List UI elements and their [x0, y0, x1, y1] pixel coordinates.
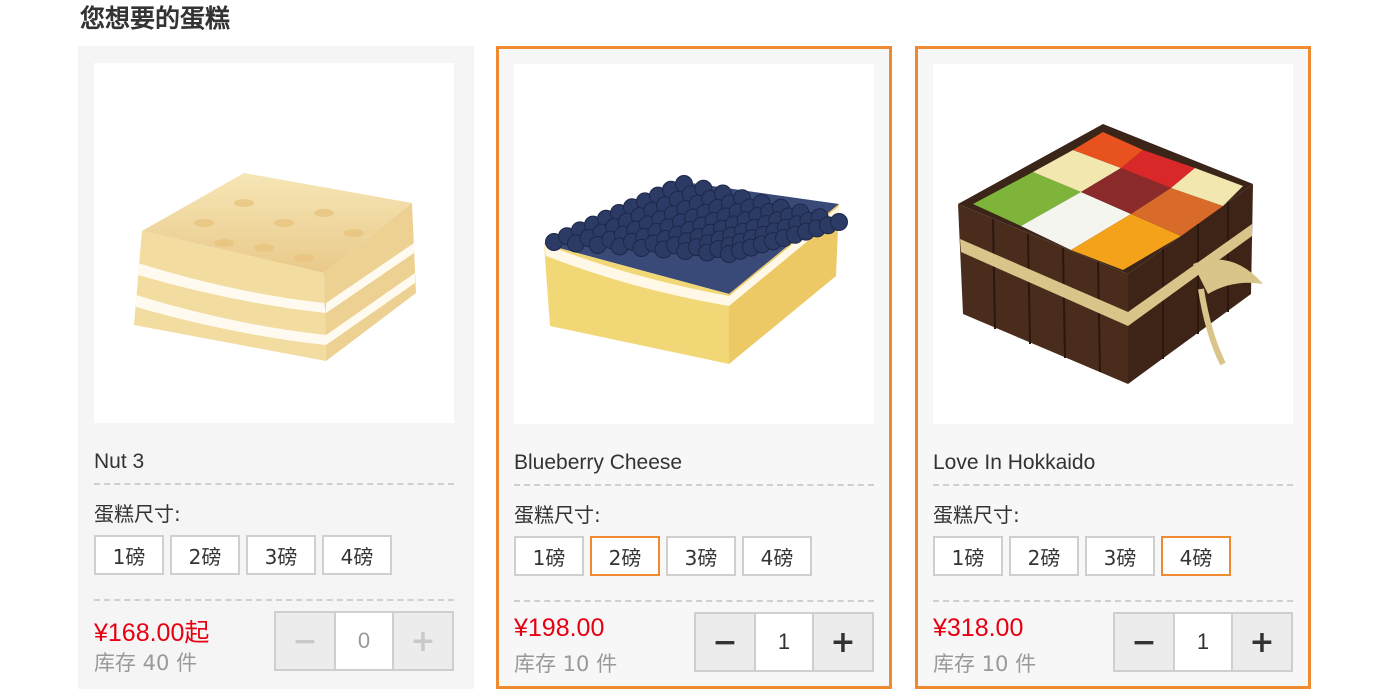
- size-label: 蛋糕尺寸:: [933, 503, 1020, 527]
- fruit-box-cake-image: [958, 124, 1263, 384]
- divider: [514, 600, 874, 602]
- size-option-3lb[interactable]: 3磅: [1085, 536, 1155, 576]
- product-price: ¥168.00起: [94, 619, 210, 647]
- product-price: ¥318.00: [933, 614, 1024, 642]
- decrease-button[interactable]: −: [1115, 614, 1175, 670]
- quantity-input[interactable]: 1: [756, 614, 812, 670]
- size-option-3lb[interactable]: 3磅: [246, 535, 316, 575]
- size-options: 1磅 2磅 3磅 4磅: [514, 536, 874, 580]
- size-option-2lb[interactable]: 2磅: [1009, 536, 1079, 576]
- product-stock: 库存 10 件: [514, 652, 618, 676]
- divider: [94, 599, 454, 601]
- size-option-1lb[interactable]: 1磅: [94, 535, 164, 575]
- product-price: ¥198.00: [514, 614, 605, 642]
- product-image[interactable]: [514, 64, 874, 424]
- section-title: 您想要的蛋糕: [80, 4, 231, 33]
- size-option-4lb[interactable]: 4磅: [742, 536, 812, 576]
- quantity-input[interactable]: 1: [1175, 614, 1231, 670]
- product-card-blueberry-cheese[interactable]: Blueberry Cheese 蛋糕尺寸: 1磅 2磅 3磅 4磅 ¥198.00 …: [496, 46, 892, 689]
- increase-button[interactable]: +: [1231, 614, 1291, 670]
- product-name[interactable]: Nut 3: [94, 447, 454, 485]
- quantity-stepper: − 0 +: [274, 611, 454, 671]
- product-name[interactable]: Blueberry Cheese: [514, 448, 874, 486]
- size-label: 蛋糕尺寸:: [94, 502, 181, 526]
- size-option-2lb[interactable]: 2磅: [590, 536, 660, 576]
- quantity-stepper: − 1 +: [694, 612, 874, 672]
- decrease-button[interactable]: −: [276, 613, 336, 669]
- product-card-love-in-hokkaido[interactable]: Love In Hokkaido 蛋糕尺寸: 1磅 2磅 3磅 4磅 ¥318.00 …: [915, 46, 1311, 689]
- product-stock: 库存 10 件: [933, 652, 1037, 676]
- quantity-input[interactable]: 0: [336, 613, 392, 669]
- product-image[interactable]: [933, 64, 1293, 424]
- decrease-button[interactable]: −: [696, 614, 756, 670]
- increase-button[interactable]: +: [812, 614, 872, 670]
- quantity-stepper: − 1 +: [1113, 612, 1293, 672]
- size-option-2lb[interactable]: 2磅: [170, 535, 240, 575]
- divider: [933, 600, 1293, 602]
- product-stock: 库存 40 件: [94, 651, 198, 675]
- size-option-3lb[interactable]: 3磅: [666, 536, 736, 576]
- increase-button[interactable]: +: [392, 613, 452, 669]
- blueberry-cheese-cake-image: [544, 175, 848, 364]
- product-name[interactable]: Love In Hokkaido: [933, 448, 1293, 486]
- nut-cake-image: [134, 173, 416, 361]
- product-image[interactable]: [94, 63, 454, 423]
- size-options: 1磅 2磅 3磅 4磅: [94, 535, 454, 579]
- size-option-4lb[interactable]: 4磅: [322, 535, 392, 575]
- size-option-4lb[interactable]: 4磅: [1161, 536, 1231, 576]
- size-options: 1磅 2磅 3磅 4磅: [933, 536, 1293, 580]
- product-card-nut-3[interactable]: Nut 3 蛋糕尺寸: 1磅 2磅 3磅 4磅 ¥168.00起 库存 40 件 − …: [78, 46, 474, 689]
- size-option-1lb[interactable]: 1磅: [514, 536, 584, 576]
- size-label: 蛋糕尺寸:: [514, 503, 601, 527]
- size-option-1lb[interactable]: 1磅: [933, 536, 1003, 576]
